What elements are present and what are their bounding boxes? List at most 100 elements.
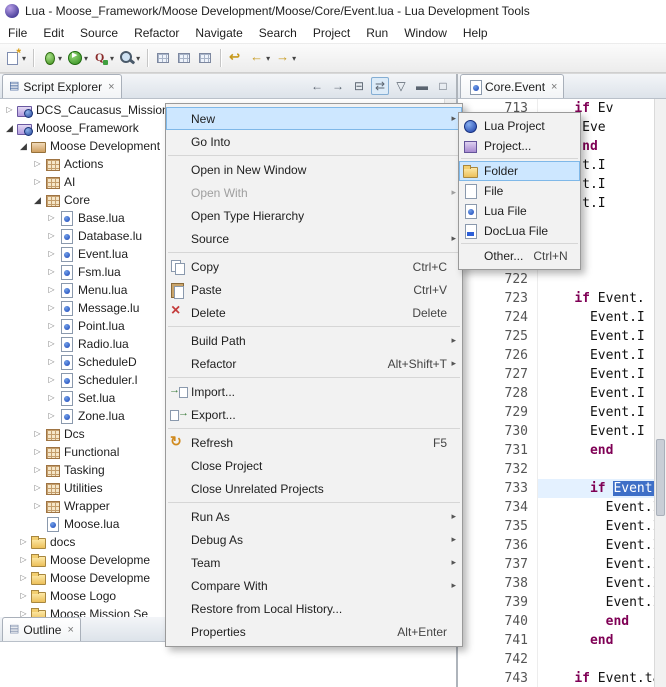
- submenu-item-doclua-file[interactable]: DocLua File: [459, 221, 580, 241]
- menu-item-properties[interactable]: PropertiesAlt+Enter: [166, 620, 462, 643]
- code-line[interactable]: Event.I: [538, 593, 666, 612]
- code-line[interactable]: Event.I: [538, 308, 666, 327]
- collapsed-arrow-icon[interactable]: ▷: [45, 353, 58, 371]
- code-line[interactable]: Event.I: [538, 327, 666, 346]
- collapsed-arrow-icon[interactable]: ▷: [31, 497, 44, 515]
- dropdown-arrow-icon[interactable]: ▾: [266, 54, 270, 63]
- forward-icon[interactable]: →: [329, 77, 347, 95]
- profile-button[interactable]: ▾: [91, 45, 116, 71]
- menubar-refactor[interactable]: Refactor: [126, 24, 187, 42]
- submenu-item-other[interactable]: Other...Ctrl+N: [459, 246, 580, 266]
- close-icon[interactable]: ×: [551, 81, 557, 93]
- collapsed-arrow-icon[interactable]: ▷: [45, 209, 58, 227]
- menubar-help[interactable]: Help: [455, 24, 496, 42]
- collapsed-arrow-icon[interactable]: ▷: [17, 605, 30, 617]
- submenu-item-file[interactable]: File: [459, 181, 580, 201]
- menu-item-refactor[interactable]: RefactorAlt+Shift+T▸: [166, 352, 462, 375]
- code-line[interactable]: Event.I: [538, 536, 666, 555]
- collapsed-arrow-icon[interactable]: ▷: [45, 407, 58, 425]
- editor-scrollbar[interactable]: [654, 99, 666, 687]
- toggle-whitespace-button[interactable]: [195, 45, 215, 71]
- menu-item-import[interactable]: Import...: [166, 380, 462, 403]
- collapsed-arrow-icon[interactable]: ▷: [3, 101, 16, 119]
- search-button[interactable]: ▾: [117, 45, 142, 71]
- code-line[interactable]: [538, 650, 666, 669]
- close-icon[interactable]: ×: [108, 81, 114, 93]
- collapsed-arrow-icon[interactable]: ▷: [31, 155, 44, 173]
- code-line[interactable]: Event.I: [538, 365, 666, 384]
- dropdown-arrow-icon[interactable]: ▾: [136, 54, 140, 63]
- menu-item-debug-as[interactable]: Debug As▸: [166, 528, 462, 551]
- dropdown-arrow-icon[interactable]: ▾: [292, 54, 296, 63]
- collapsed-arrow-icon[interactable]: ▷: [17, 533, 30, 551]
- collapsed-arrow-icon[interactable]: ▷: [45, 317, 58, 335]
- collapsed-arrow-icon[interactable]: ▷: [45, 281, 58, 299]
- menu-item-restore-from-local-history[interactable]: Restore from Local History...: [166, 597, 462, 620]
- submenu-item-folder[interactable]: Folder: [459, 161, 580, 181]
- submenu-item-lua-project[interactable]: Lua Project: [459, 116, 580, 136]
- menu-item-go-into[interactable]: Go Into: [166, 130, 462, 153]
- menu-item-paste[interactable]: PasteCtrl+V: [166, 278, 462, 301]
- collapsed-arrow-icon[interactable]: ▷: [45, 263, 58, 281]
- menubar-window[interactable]: Window: [396, 24, 455, 42]
- maximize-icon[interactable]: □: [434, 77, 452, 95]
- collapsed-arrow-icon[interactable]: ▷: [45, 299, 58, 317]
- menubar-search[interactable]: Search: [251, 24, 305, 42]
- editor-scrollbar-thumb[interactable]: [656, 439, 665, 516]
- expanded-arrow-icon[interactable]: ◢: [3, 119, 16, 137]
- menu-item-new[interactable]: New▸: [166, 107, 462, 130]
- debug-button[interactable]: ▾: [39, 45, 64, 71]
- code-line[interactable]: if Event.: [538, 289, 666, 308]
- collapsed-arrow-icon[interactable]: ▷: [45, 371, 58, 389]
- menubar-navigate[interactable]: Navigate: [187, 24, 250, 42]
- code-line[interactable]: end: [538, 441, 666, 460]
- code-line[interactable]: Event.I: [538, 384, 666, 403]
- code-line[interactable]: if Event.ta: [538, 669, 666, 687]
- toggle-mark-occurrences-button[interactable]: [153, 45, 173, 71]
- menubar-source[interactable]: Source: [72, 24, 126, 42]
- menu-item-delete[interactable]: DeleteDelete: [166, 301, 462, 324]
- collapsed-arrow-icon[interactable]: ▷: [45, 227, 58, 245]
- collapsed-arrow-icon[interactable]: ▷: [17, 569, 30, 587]
- expanded-arrow-icon[interactable]: ◢: [31, 191, 44, 209]
- run-button[interactable]: ▾: [65, 45, 90, 71]
- menu-item-close-project[interactable]: Close Project: [166, 454, 462, 477]
- collapsed-arrow-icon[interactable]: ▷: [17, 551, 30, 569]
- menu-item-open-type-hierarchy[interactable]: Open Type Hierarchy: [166, 204, 462, 227]
- collapsed-arrow-icon[interactable]: ▷: [31, 425, 44, 443]
- collapsed-arrow-icon[interactable]: ▷: [45, 389, 58, 407]
- code-line[interactable]: [538, 460, 666, 479]
- code-line[interactable]: Event.I: [538, 422, 666, 441]
- collapsed-arrow-icon[interactable]: ▷: [17, 587, 30, 605]
- code-line[interactable]: end: [538, 612, 666, 631]
- code-line[interactable]: Event.I: [538, 517, 666, 536]
- menu-item-export[interactable]: Export...: [166, 403, 462, 426]
- forward-button[interactable]: ▾: [273, 45, 298, 71]
- toggle-block-selection-button[interactable]: [174, 45, 194, 71]
- dropdown-arrow-icon[interactable]: ▾: [84, 54, 88, 63]
- menu-item-open-in-new-window[interactable]: Open in New Window: [166, 158, 462, 181]
- collapsed-arrow-icon[interactable]: ▷: [31, 461, 44, 479]
- menu-item-close-unrelated-projects[interactable]: Close Unrelated Projects: [166, 477, 462, 500]
- code-line[interactable]: if Event.: [538, 479, 666, 498]
- submenu-item-lua-file[interactable]: Lua File: [459, 201, 580, 221]
- back-icon[interactable]: ←: [308, 77, 326, 95]
- close-icon[interactable]: ×: [67, 624, 73, 636]
- menubar-project[interactable]: Project: [305, 24, 358, 42]
- code-line[interactable]: Event.I: [538, 346, 666, 365]
- menu-item-compare-with[interactable]: Compare With▸: [166, 574, 462, 597]
- collapse-all-icon[interactable]: ⊟: [350, 77, 368, 95]
- new-wizard-button[interactable]: ▾: [3, 45, 28, 71]
- menubar-file[interactable]: File: [0, 24, 35, 42]
- tab-core-event[interactable]: Core.Event ×: [460, 74, 564, 98]
- code-line[interactable]: [538, 270, 666, 289]
- tab-script-explorer[interactable]: ▤ Script Explorer ×: [2, 74, 122, 98]
- collapsed-arrow-icon[interactable]: ▷: [45, 335, 58, 353]
- code-line[interactable]: Event.I: [538, 555, 666, 574]
- collapsed-arrow-icon[interactable]: ▷: [31, 173, 44, 191]
- dropdown-arrow-icon[interactable]: ▾: [110, 54, 114, 63]
- code-line[interactable]: Event.I: [538, 574, 666, 593]
- code-line[interactable]: end: [538, 631, 666, 650]
- menu-item-open-with[interactable]: Open With▸: [166, 181, 462, 204]
- menubar-run[interactable]: Run: [358, 24, 396, 42]
